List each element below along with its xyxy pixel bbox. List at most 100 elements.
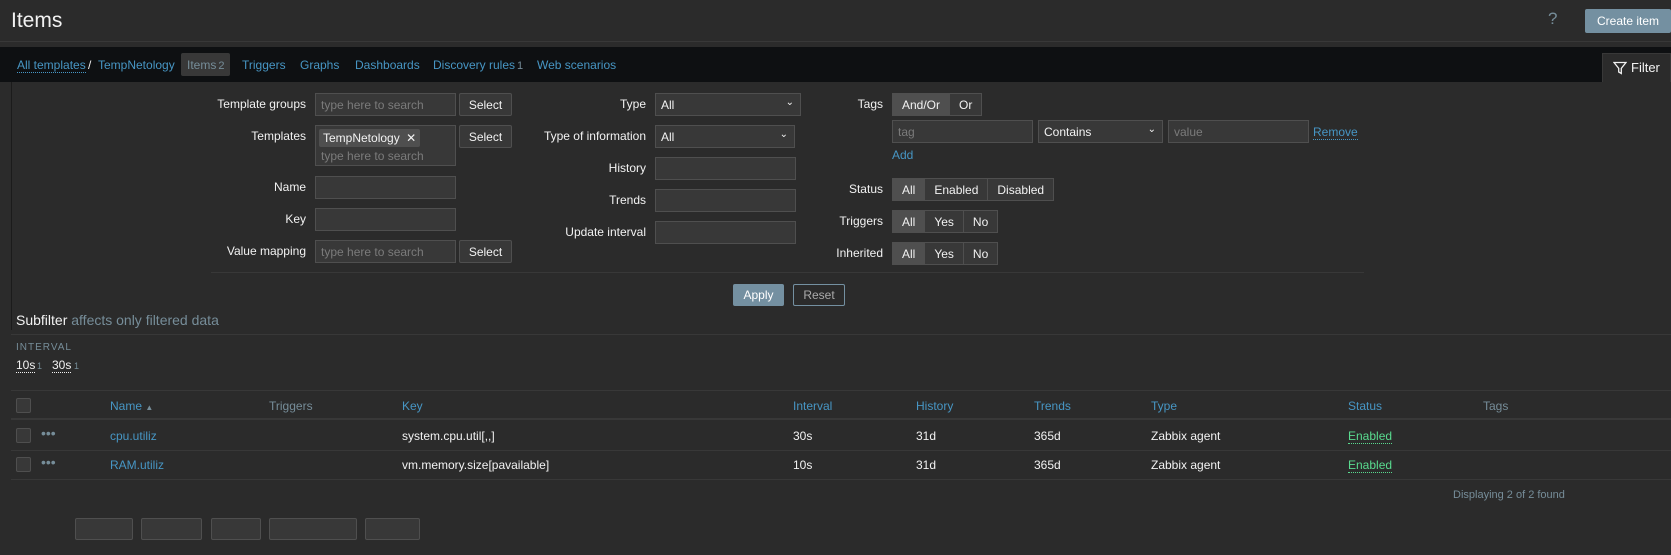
update-interval-input[interactable]	[655, 221, 796, 244]
row-checkbox[interactable]	[16, 457, 31, 472]
inherited-toggle[interactable]: All Yes No	[892, 242, 999, 265]
tab-graphs[interactable]: Graphs	[300, 58, 339, 72]
value-mapping-input[interactable]	[315, 240, 456, 263]
type-select[interactable]: All ⌄	[655, 93, 801, 116]
tab-discovery-count: 1	[517, 60, 524, 72]
triggers-no-option[interactable]: No	[962, 210, 999, 233]
tab-items-count: 2	[218, 60, 225, 72]
tab-web-scenarios[interactable]: Web scenarios	[537, 58, 616, 72]
template-navbar: All templates / TempNetology Items 2 Trig…	[0, 47, 1671, 82]
name-label: Name	[273, 180, 306, 194]
name-input[interactable]	[315, 176, 456, 199]
tab-triggers[interactable]: Triggers	[242, 58, 286, 72]
apply-button[interactable]: Apply	[733, 284, 784, 306]
template-chip-label: TempNetology	[323, 131, 400, 145]
subfilter-interval-heading: INTERVAL	[16, 342, 72, 353]
column-type-header[interactable]: Type	[1151, 399, 1177, 413]
type-select-value: All	[661, 98, 675, 112]
template-chip: TempNetology ✕	[319, 129, 421, 147]
triggers-toggle[interactable]: All Yes No	[892, 210, 999, 233]
update-interval-label: Update interval	[565, 225, 646, 239]
status-disabled-option[interactable]: Disabled	[987, 178, 1055, 201]
column-key-header[interactable]: Key	[402, 399, 423, 413]
type-of-information-select[interactable]: All ⌄	[655, 125, 795, 148]
tags-andor-option[interactable]: And/Or	[892, 93, 951, 116]
type-of-information-value: All	[661, 130, 675, 144]
tags-evaltype-toggle[interactable]: And/Or Or	[892, 93, 983, 116]
history-input[interactable]	[655, 157, 796, 180]
status-enabled-option[interactable]: Enabled	[924, 178, 989, 201]
triggers-yes-option[interactable]: Yes	[924, 210, 964, 233]
mass-action-button[interactable]	[269, 518, 357, 540]
help-icon[interactable]: ?	[1548, 9, 1557, 29]
tag-input[interactable]	[892, 120, 1033, 143]
tab-discovery-rules[interactable]: Discovery rules 1	[433, 58, 523, 72]
inherited-no-option[interactable]: No	[962, 242, 999, 265]
mass-action-button[interactable]	[75, 518, 133, 540]
item-status-toggle[interactable]: Enabled	[1348, 458, 1393, 473]
type-of-information-label: Type of information	[543, 129, 646, 143]
templates-select-button[interactable]: Select	[459, 125, 512, 148]
templates-multiselect[interactable]: TempNetology ✕ type here to search	[315, 125, 456, 166]
subfilter-interval-30s[interactable]: 30s	[52, 358, 72, 373]
row-checkbox[interactable]	[16, 428, 31, 443]
item-type: Zabbix agent	[1151, 458, 1221, 472]
mass-action-button[interactable]	[141, 518, 202, 540]
table-header: Name ▲ Triggers Key Interval History Tre…	[11, 391, 1671, 420]
item-history: 31d	[916, 458, 937, 472]
trends-input[interactable]	[655, 189, 796, 212]
triggers-all-option[interactable]: All	[892, 210, 926, 233]
item-status-toggle[interactable]: Enabled	[1348, 429, 1393, 444]
add-tag-link[interactable]: Add	[892, 148, 913, 162]
filter-tab[interactable]: Filter	[1602, 53, 1671, 83]
remove-tag-link[interactable]: Remove	[1313, 125, 1358, 140]
item-name-link[interactable]: RAM.utiliz	[110, 458, 164, 472]
table-footer-count: Displaying 2 of 2 found	[1453, 489, 1565, 501]
tag-operator-value: Contains	[1044, 125, 1092, 139]
column-trends-header[interactable]: Trends	[1034, 399, 1071, 413]
template-groups-select-button[interactable]: Select	[459, 93, 512, 116]
subfilter-interval-10s-count: 1	[37, 361, 43, 371]
filter-tab-label: Filter	[1631, 60, 1660, 75]
mass-action-button[interactable]	[365, 518, 420, 540]
item-trends: 365d	[1034, 429, 1061, 443]
page-header: Items ? Create item	[0, 0, 1671, 42]
inherited-all-option[interactable]: All	[892, 242, 926, 265]
column-history-header[interactable]: History	[916, 399, 953, 413]
item-trends: 365d	[1034, 458, 1061, 472]
ellipsis-icon[interactable]: •••	[41, 454, 56, 470]
item-name-link[interactable]: cpu.utiliz	[110, 429, 157, 443]
breadcrumb-template[interactable]: TempNetology	[98, 58, 175, 72]
create-item-button[interactable]: Create item	[1585, 9, 1671, 33]
tab-dashboards[interactable]: Dashboards	[355, 58, 420, 72]
type-label: Type	[619, 97, 646, 111]
tags-or-option[interactable]: Or	[949, 93, 983, 116]
column-status-header[interactable]: Status	[1348, 399, 1382, 413]
history-label: History	[608, 161, 646, 175]
item-interval: 30s	[793, 429, 813, 443]
templates-search-placeholder: type here to search	[321, 149, 424, 163]
item-type: Zabbix agent	[1151, 429, 1221, 443]
subfilter-interval-30s-count: 1	[74, 361, 80, 371]
value-mapping-select-button[interactable]: Select	[459, 240, 512, 263]
column-interval-header[interactable]: Interval	[793, 399, 832, 413]
key-label: Key	[285, 212, 306, 226]
template-groups-input[interactable]	[315, 93, 456, 116]
column-name-header[interactable]: Name ▲	[110, 399, 153, 413]
inherited-yes-option[interactable]: Yes	[924, 242, 964, 265]
ellipsis-icon[interactable]: •••	[41, 425, 56, 441]
tab-items[interactable]: Items 2	[181, 53, 231, 76]
mass-action-button[interactable]	[211, 518, 261, 540]
status-all-option[interactable]: All	[892, 178, 926, 201]
item-interval: 10s	[793, 458, 813, 472]
subfilter-interval-10s[interactable]: 10s	[16, 358, 36, 373]
close-icon[interactable]: ✕	[406, 131, 416, 145]
tag-operator-select[interactable]: Contains ⌄	[1038, 120, 1163, 143]
key-input[interactable]	[315, 208, 456, 231]
status-toggle[interactable]: All Enabled Disabled	[892, 178, 1055, 201]
tag-value-input[interactable]	[1168, 120, 1309, 143]
reset-button[interactable]: Reset	[793, 284, 845, 306]
select-all-checkbox[interactable]	[16, 398, 31, 413]
sort-up-icon: ▲	[145, 403, 154, 412]
breadcrumb-all-templates[interactable]: All templates	[17, 58, 86, 73]
